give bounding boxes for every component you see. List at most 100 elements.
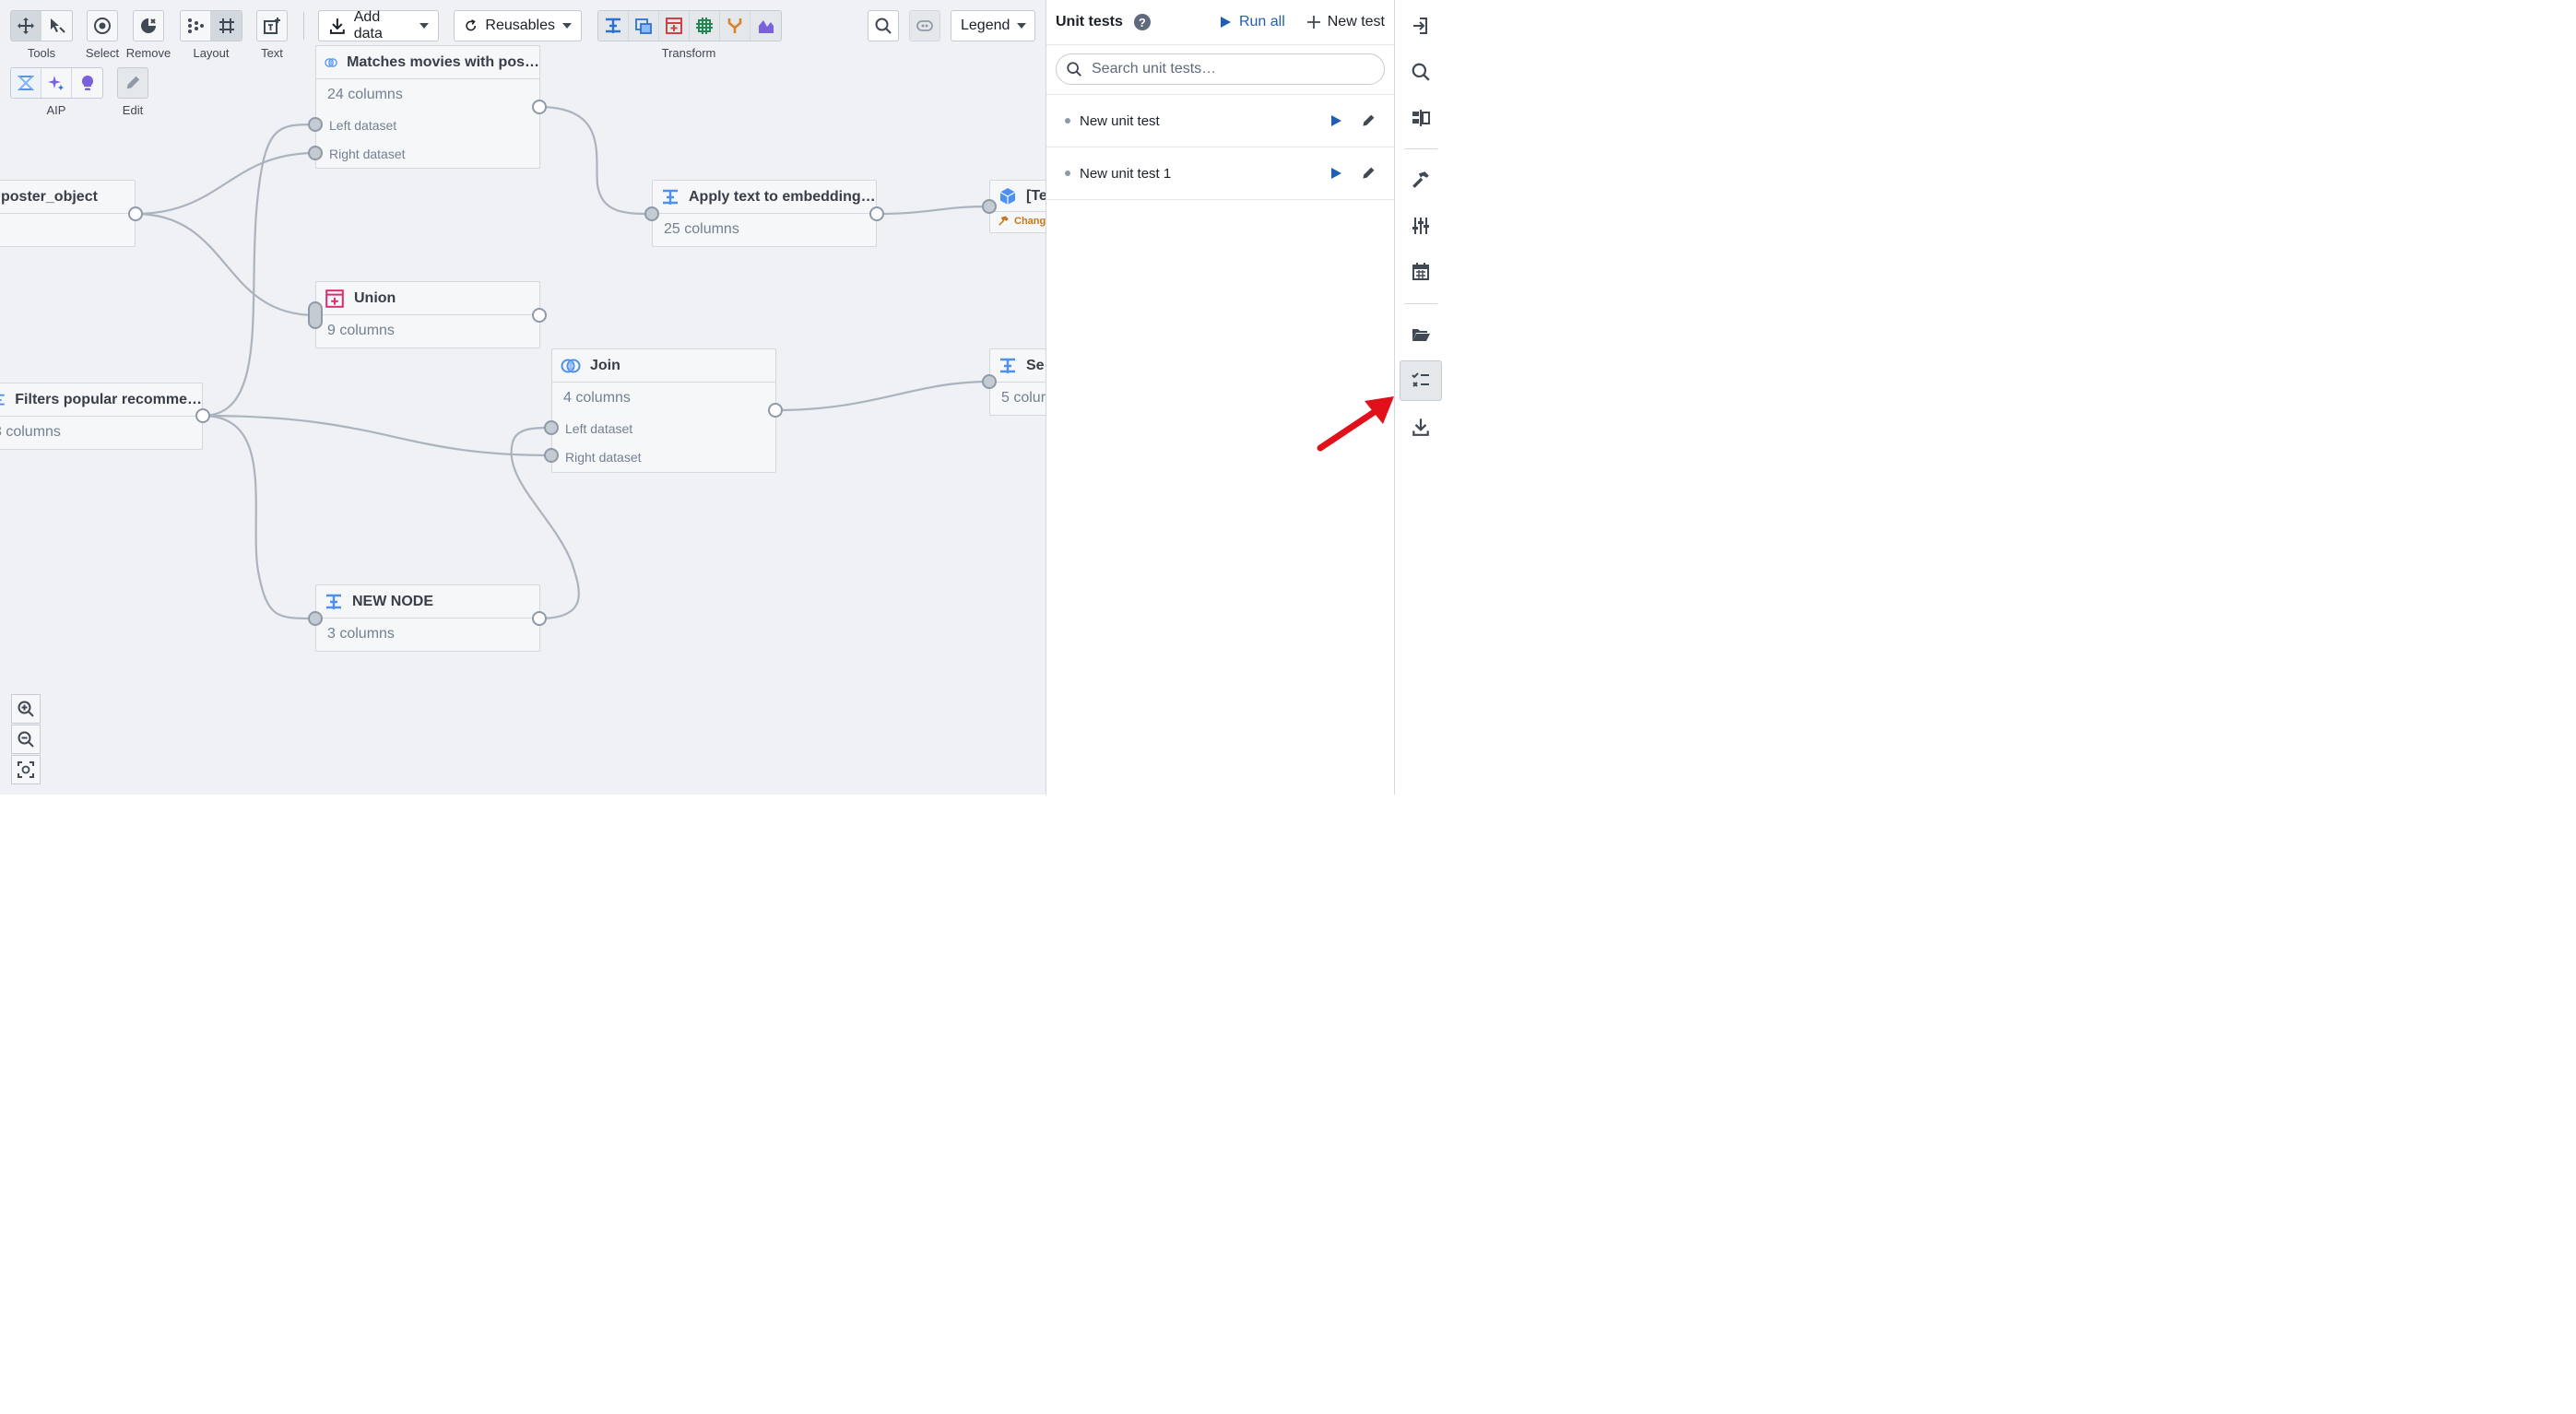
search-unit-tests[interactable] <box>1056 53 1385 85</box>
node-apply-text-embedding[interactable]: Apply text to embedding… 25 columns <box>652 180 877 247</box>
fit-view-button[interactable] <box>11 755 41 784</box>
edit-test-icon[interactable] <box>1361 166 1376 181</box>
edit-button[interactable] <box>117 67 148 99</box>
remove-button[interactable] <box>133 10 164 41</box>
right-dataset-label: Right dataset <box>565 449 642 465</box>
panel-title: Unit tests <box>1056 14 1123 29</box>
parameters-panel-button[interactable] <box>1400 206 1442 246</box>
edge-poster-to-matches-right <box>135 151 316 216</box>
edit-test-icon[interactable] <box>1361 113 1376 128</box>
select-arrow-icon[interactable] <box>41 11 72 41</box>
pencil-icon <box>126 76 140 89</box>
pivot-transform-icon[interactable] <box>690 11 720 41</box>
node-new-node[interactable]: NEW NODE 3 columns <box>315 584 540 652</box>
zoom-in-button[interactable] <box>11 694 41 724</box>
plus-icon <box>1306 16 1320 29</box>
unit-test-name: New unit test <box>1080 112 1160 129</box>
search-input[interactable] <box>1092 61 1368 77</box>
node-title: Matches movies with pos… <box>347 53 539 70</box>
chart-transform-icon[interactable] <box>750 11 781 41</box>
files-panel-button[interactable] <box>1400 314 1442 355</box>
input-port[interactable] <box>308 611 323 626</box>
grid-icon[interactable] <box>211 11 242 41</box>
run-test-icon[interactable] <box>1329 167 1342 180</box>
union-transform-icon[interactable] <box>659 11 690 41</box>
input-port[interactable] <box>308 146 323 160</box>
join-icon <box>561 359 581 372</box>
output-port[interactable] <box>532 611 547 626</box>
select-button[interactable] <box>87 10 118 41</box>
lightbulb-icon[interactable] <box>72 68 102 98</box>
search-icon <box>1412 63 1430 81</box>
input-port[interactable] <box>308 117 323 132</box>
edge-filters-to-newnode <box>202 414 316 620</box>
toggle-view-button[interactable] <box>909 10 940 41</box>
checklist-icon <box>1412 372 1429 387</box>
edit-label: Edit <box>122 103 144 117</box>
output-port[interactable] <box>869 206 884 221</box>
legend-dropdown[interactable]: Legend <box>951 10 1035 41</box>
collapse-panel-button[interactable] <box>1400 6 1442 46</box>
run-all-button[interactable]: Run all <box>1219 14 1285 30</box>
search-canvas-button[interactable] <box>868 10 899 41</box>
node-matches-movies[interactable]: Matches movies with pos… 24 columns Left… <box>315 45 540 169</box>
input-port[interactable] <box>982 199 997 214</box>
export-panel-button[interactable] <box>1400 407 1442 447</box>
left-dataset-label: Left dataset <box>329 117 397 133</box>
unit-test-row[interactable]: New unit test 1 <box>1046 147 1394 200</box>
graph-canvas[interactable]: Tools Select Remove Layout Text Add data… <box>0 0 1046 795</box>
pan-tool-icon[interactable] <box>11 11 41 41</box>
remove-label: Remove <box>125 46 171 60</box>
zoom-in-icon <box>18 701 34 717</box>
text-button[interactable] <box>256 10 288 41</box>
output-port[interactable] <box>532 308 547 323</box>
zoom-out-icon <box>18 731 34 748</box>
node-union[interactable]: Union 9 columns <box>315 281 540 348</box>
caret-down-icon <box>1017 23 1027 29</box>
zoom-out-button[interactable] <box>11 725 41 754</box>
node-columns: 3 columns <box>327 626 395 642</box>
filter-transform-icon <box>1000 358 1015 373</box>
changes-tag: Chang <box>990 212 1046 230</box>
output-port[interactable] <box>195 408 210 423</box>
auto-layout-icon[interactable] <box>181 11 211 41</box>
output-port[interactable] <box>532 100 547 114</box>
new-test-button[interactable]: New test <box>1306 14 1385 30</box>
sliders-icon <box>1412 218 1429 234</box>
filter-transform-icon[interactable] <box>598 11 629 41</box>
search-icon <box>875 18 892 34</box>
input-port[interactable] <box>544 448 559 463</box>
node-join[interactable]: Join 4 columns Left dataset Right datase… <box>551 348 776 473</box>
help-icon[interactable]: ? <box>1133 14 1151 30</box>
input-port[interactable] <box>982 374 997 389</box>
union-icon <box>325 289 344 308</box>
unit-test-row[interactable]: New unit test <box>1046 95 1394 147</box>
run-test-icon[interactable] <box>1329 114 1342 127</box>
search-panel-button[interactable] <box>1400 52 1442 92</box>
unit-tests-panel-button[interactable] <box>1400 360 1442 401</box>
union-input-port[interactable] <box>308 301 323 329</box>
reusables-dropdown[interactable]: Reusables <box>454 10 582 41</box>
build-panel-button[interactable] <box>1400 159 1442 200</box>
output-port[interactable] <box>128 206 143 221</box>
toolbar-divider <box>303 12 304 40</box>
branch-transform-icon[interactable] <box>720 11 750 41</box>
node-title: Filters popular recomme… <box>15 391 202 407</box>
node-select[interactable]: Se 5 colur <box>989 348 1046 416</box>
table-transform-icon[interactable] <box>629 11 659 41</box>
node-title: Se <box>1026 357 1045 373</box>
input-port[interactable] <box>544 420 559 435</box>
layout-panel-button[interactable] <box>1400 98 1442 138</box>
schedule-panel-button[interactable] <box>1400 252 1442 292</box>
output-port[interactable] <box>768 403 783 418</box>
node-filters-popular[interactable]: Filters popular recomme… 3 columns <box>0 383 203 450</box>
input-port[interactable] <box>644 206 659 221</box>
fit-view-icon <box>18 761 34 778</box>
sparkle-icon[interactable] <box>41 68 72 98</box>
node-output-dataset[interactable]: [Te Chang <box>989 180 1046 233</box>
node-poster-object[interactable]: poster_object <box>0 180 136 247</box>
aip-logic-icon[interactable] <box>11 68 41 98</box>
add-data-dropdown[interactable]: Add data <box>318 9 439 41</box>
add-text-icon <box>264 18 280 34</box>
right-icon-rail <box>1394 0 1446 795</box>
